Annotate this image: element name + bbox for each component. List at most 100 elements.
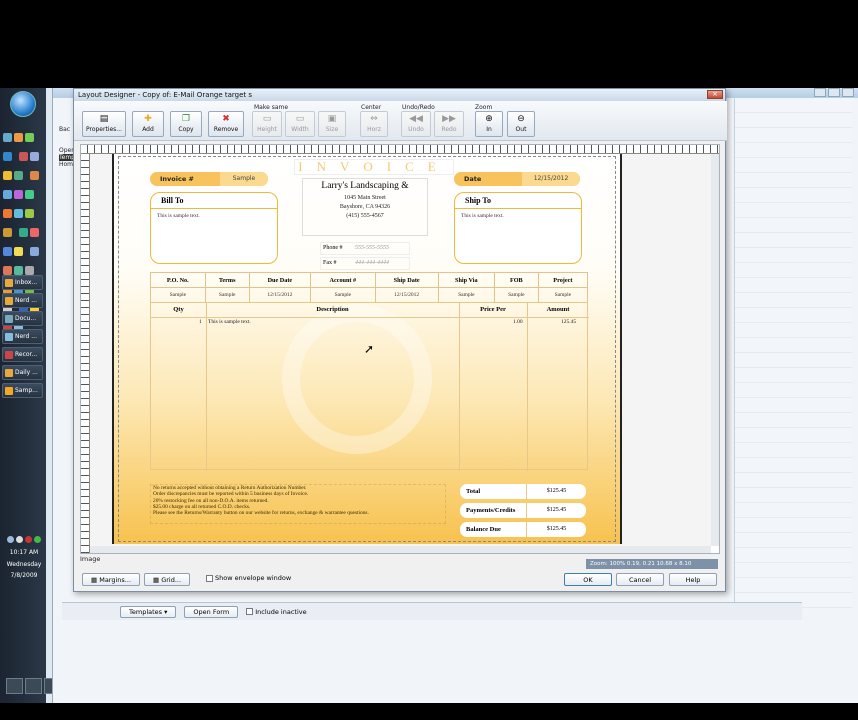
item-description: This is sample text. bbox=[208, 319, 251, 325]
ship-to-text: This is sample text. bbox=[461, 213, 504, 219]
design-surface[interactable]: INVOICE Invoice # Sample Date 12/15/2012… bbox=[80, 144, 720, 554]
record-icon bbox=[5, 351, 13, 359]
minimize-icon[interactable] bbox=[814, 88, 826, 97]
make-same-group-label: Make same bbox=[254, 104, 289, 111]
column-divider bbox=[459, 303, 460, 471]
layout-designer-dialog: Layout Designer - Copy of: E-Mail Orange… bbox=[73, 88, 727, 592]
grid-button[interactable]: ▦ Grid... bbox=[144, 573, 191, 586]
center-horizontal-button[interactable]: ⇔ Horz bbox=[360, 111, 388, 137]
value-due-date: 12/15/2012 bbox=[248, 287, 312, 303]
item-amount: 125.45 bbox=[561, 319, 577, 325]
zoom-in-button[interactable]: ⊕ In bbox=[475, 111, 503, 137]
show-envelope-checkbox[interactable]: Show envelope window bbox=[206, 573, 291, 586]
margins-icon: ▦ bbox=[91, 576, 100, 584]
invoice-title[interactable]: INVOICE bbox=[294, 159, 454, 175]
zoom-out-button[interactable]: ⊖ Out bbox=[507, 111, 535, 137]
make-same-width-button[interactable]: ▭ Width bbox=[285, 111, 315, 137]
header-qty: Qty bbox=[173, 306, 184, 313]
desktop: Inbox... Nerd ... Docu... Nerd ... Recor… bbox=[0, 88, 858, 703]
task-button-sample[interactable]: Samp... bbox=[2, 383, 43, 398]
fax-field[interactable]: Fax # 444-444-4444 bbox=[320, 257, 410, 270]
vertical-ruler bbox=[81, 154, 90, 553]
zoom-in-icon: ⊕ bbox=[485, 114, 493, 124]
make-same-size-button[interactable]: ▣ Size bbox=[318, 111, 346, 137]
zoom-readout: Zoom: 100% 0.19, 0.21 10.68 x 8.10 bbox=[586, 559, 718, 569]
cancel-button[interactable]: Cancel bbox=[616, 573, 664, 586]
volume-icon[interactable] bbox=[16, 536, 23, 543]
network-icon[interactable] bbox=[7, 536, 14, 543]
terms-text-box[interactable]: No returns accepted without obtaining a … bbox=[150, 484, 446, 524]
ok-button[interactable]: OK bbox=[564, 573, 612, 586]
update-icon[interactable] bbox=[34, 536, 41, 543]
company-city: Bayshore, CA 94326 bbox=[339, 204, 391, 210]
undo-button[interactable]: ◀◀ Undo bbox=[401, 111, 431, 137]
maximize-icon[interactable] bbox=[828, 88, 840, 97]
close-icon[interactable] bbox=[842, 88, 854, 97]
redo-icon: ▶▶ bbox=[442, 114, 456, 124]
properties-button[interactable]: ▤ Properties... bbox=[82, 111, 126, 137]
close-icon[interactable]: × bbox=[707, 90, 723, 99]
size-icon: ▣ bbox=[327, 114, 337, 124]
header-project: Project bbox=[537, 272, 589, 288]
task-button-daily[interactable]: Daily ... bbox=[2, 365, 43, 380]
value-terms: Sample bbox=[204, 287, 250, 303]
header-amount: Amount bbox=[546, 306, 570, 313]
clock-time[interactable]: 10:17 AM bbox=[4, 549, 44, 556]
info-header-row: P.O. No. Terms Due Date Account # Ship D… bbox=[150, 272, 589, 288]
zoom-group-label: Zoom bbox=[475, 104, 493, 111]
ship-to-box[interactable]: Ship To This is sample text. bbox=[454, 192, 582, 264]
make-same-height-button[interactable]: ▭ Height bbox=[252, 111, 282, 137]
task-button-docu[interactable]: Docu... bbox=[2, 311, 43, 326]
line-items-table[interactable]: Qty Description Price Per Amount 1 This … bbox=[150, 302, 589, 471]
chevron-down-icon: ▾ bbox=[164, 607, 168, 616]
value-ship-date: 12/15/2012 bbox=[374, 287, 439, 303]
invoice-number-field[interactable]: Invoice # Sample bbox=[150, 172, 268, 186]
include-inactive-checkbox[interactable]: Include inactive bbox=[246, 608, 307, 616]
task-button-inbox[interactable]: Inbox... bbox=[2, 275, 43, 290]
value-ship-via: Sample bbox=[437, 287, 495, 303]
total-row[interactable]: Total $125.45 bbox=[460, 484, 586, 499]
phone-field[interactable]: Phone # 555-555-5555 bbox=[320, 242, 410, 255]
height-icon: ▭ bbox=[262, 114, 272, 124]
invoice-info-table[interactable]: P.O. No. Terms Due Date Account # Ship D… bbox=[150, 272, 589, 303]
redo-button[interactable]: ▶▶ Redo bbox=[434, 111, 464, 137]
clock-day: Wednesday bbox=[6, 561, 42, 568]
task-button-recorder[interactable]: Recor... bbox=[2, 347, 43, 362]
task-button-nerd-1[interactable]: Nerd ... bbox=[2, 293, 43, 308]
copy-button[interactable]: ❐ Copy bbox=[170, 111, 202, 137]
security-icon[interactable] bbox=[25, 536, 32, 543]
start-button[interactable] bbox=[10, 91, 36, 117]
width-icon: ▭ bbox=[295, 114, 305, 124]
document-icon bbox=[5, 315, 13, 323]
payments-credits-row[interactable]: Payments/Credits $125.45 bbox=[460, 503, 586, 518]
envelope-icon bbox=[5, 279, 13, 287]
checkbox-box[interactable] bbox=[246, 608, 254, 615]
company-info[interactable]: Larry's Landscaping & 1045 Main Street B… bbox=[302, 178, 428, 236]
page-background: INVOICE Invoice # Sample Date 12/15/2012… bbox=[90, 154, 711, 546]
dialog-titlebar: Layout Designer - Copy of: E-Mail Orange… bbox=[74, 89, 725, 101]
mouse-cursor-icon: ➚ bbox=[364, 342, 375, 356]
folder-icon bbox=[5, 297, 13, 305]
templates-button[interactable]: Templates ▾ bbox=[120, 605, 177, 618]
remove-icon: ✖ bbox=[222, 114, 230, 124]
remove-button[interactable]: ✖ Remove bbox=[208, 111, 244, 137]
totals-box[interactable]: Total $125.45 Payments/Credits $125.45 Bal… bbox=[460, 484, 586, 541]
copy-icon: ❐ bbox=[181, 114, 191, 124]
background-window-buttons bbox=[814, 88, 854, 97]
header-terms: Terms bbox=[204, 272, 250, 288]
column-divider bbox=[206, 303, 207, 471]
task-button-nerd-2[interactable]: Nerd ... bbox=[2, 329, 43, 344]
properties-icon: ▤ bbox=[99, 114, 109, 124]
date-field[interactable]: Date 12/15/2012 bbox=[454, 172, 580, 186]
balance-due-row[interactable]: Balance Due $125.45 bbox=[460, 522, 586, 537]
bill-to-box[interactable]: Bill To This is sample text. bbox=[150, 192, 278, 264]
add-button[interactable]: ✚ Add bbox=[132, 111, 164, 137]
help-button[interactable]: Help bbox=[669, 573, 717, 586]
folder-icon bbox=[5, 369, 13, 377]
checkbox-box[interactable] bbox=[206, 574, 213, 582]
ship-to-heading: Ship To bbox=[455, 193, 581, 209]
open-form-button[interactable]: Open Form bbox=[184, 605, 239, 618]
add-icon: ✚ bbox=[144, 114, 152, 124]
horizontal-ruler bbox=[81, 145, 719, 154]
margins-button[interactable]: ▦ Margins... bbox=[82, 573, 141, 586]
